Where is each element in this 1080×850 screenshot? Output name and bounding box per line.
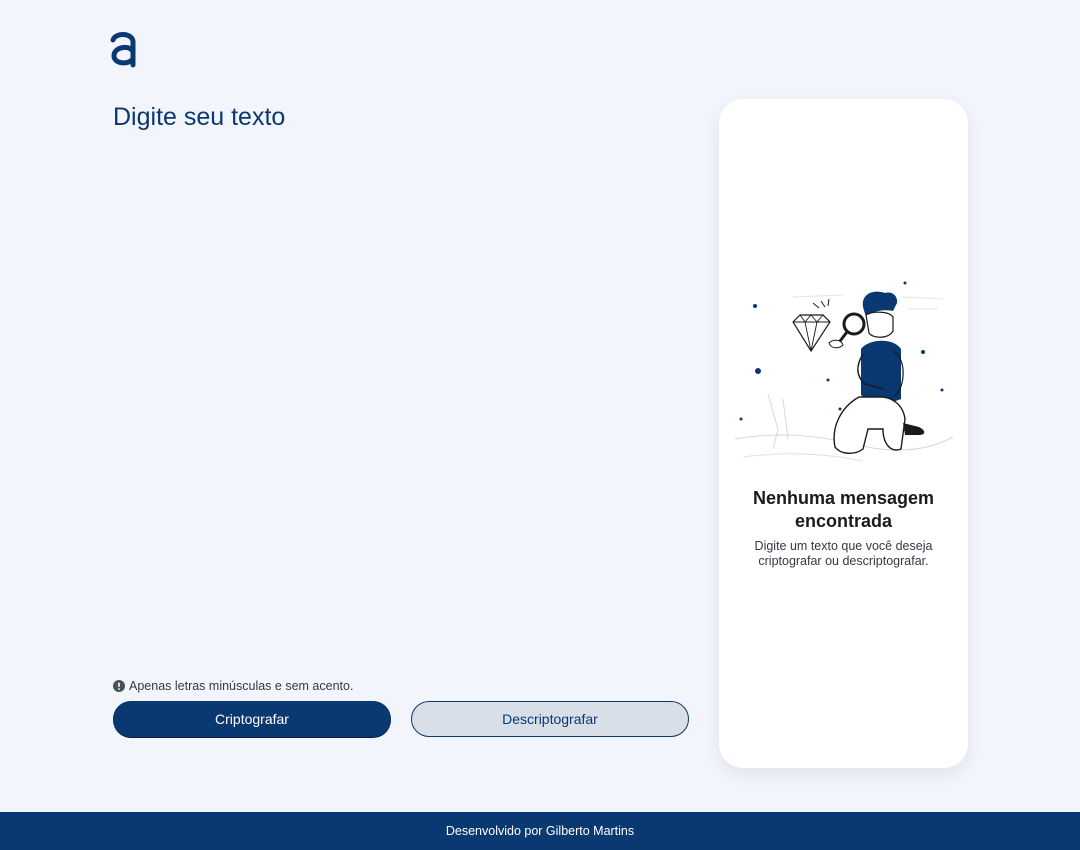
- output-title: Nenhuma mensagem encontrada: [752, 488, 935, 531]
- input-warning: Apenas letras minúsculas e sem acento.: [113, 679, 353, 693]
- warning-text: Apenas letras minúsculas e sem acento.: [129, 679, 354, 693]
- encrypt-button[interactable]: Criptografar: [113, 701, 391, 737]
- output-panel: Nenhuma mensagem encontrada Digite um te…: [719, 99, 968, 768]
- exclamation-circle-icon: [113, 680, 125, 692]
- footer: Desenvolvido por Gilberto Martins: [0, 812, 1080, 850]
- person-with-magnifying-glass-illustration: [734, 281, 954, 462]
- page: Apenas letras minúsculas e sem acento. C…: [0, 0, 1080, 850]
- output-message: Digite um texto que você deseja criptogr…: [754, 539, 933, 568]
- footer-credit: Desenvolvido por Gilberto Martins: [445, 824, 635, 838]
- decrypt-button[interactable]: Descriptografar: [411, 701, 689, 737]
- message-input[interactable]: [113, 100, 689, 660]
- alura-logo-icon[interactable]: [110, 30, 138, 68]
